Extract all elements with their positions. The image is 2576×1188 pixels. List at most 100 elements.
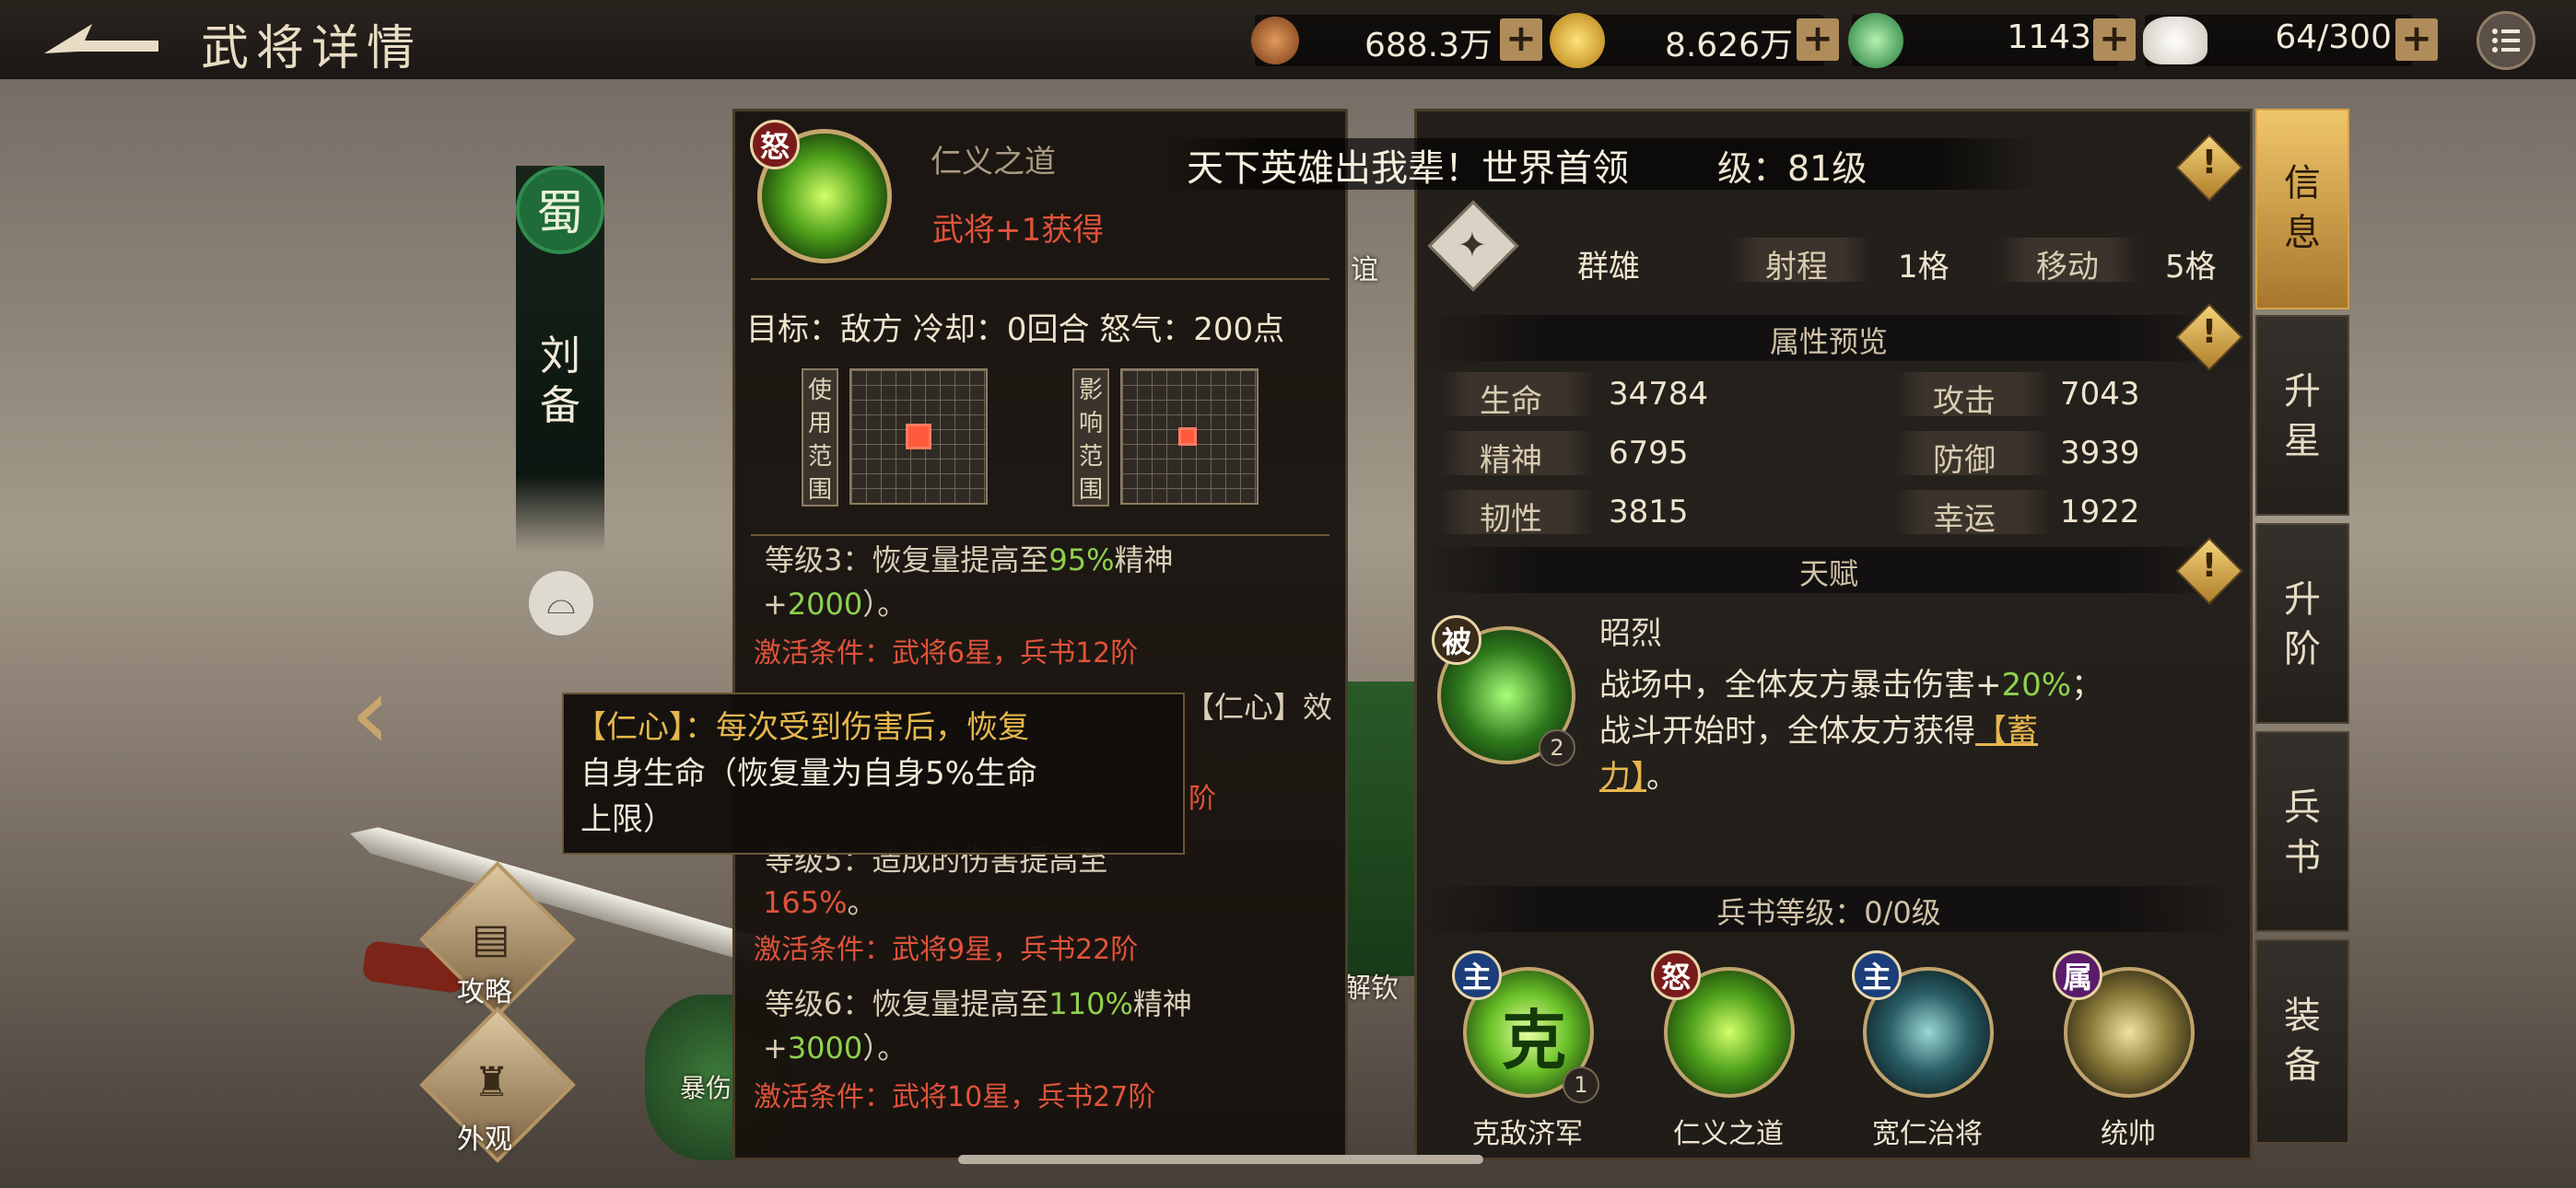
tab-star-label: 升星 <box>2284 370 2321 462</box>
attr-label-def: 防御 <box>1933 442 1996 479</box>
book-level: 兵书等级：0/0级 <box>1716 895 1941 930</box>
skill-kedi-label: 克敌济军 <box>1472 1118 1583 1150</box>
add-stamina-button[interactable]: + <box>2395 18 2438 61</box>
status-link[interactable]: 【蓄 <box>1975 713 2038 750</box>
copper-coins-icon <box>1251 17 1299 64</box>
exclamation-icon: ! <box>2201 144 2218 181</box>
add-gold-button[interactable]: + <box>1797 18 1839 61</box>
attr-value-spirit: 6795 <box>1609 435 1689 472</box>
level4-partial: 【仁心】效 <box>1185 690 1333 725</box>
tab-equip-label: 装备 <box>2284 995 2321 1087</box>
attr-label-hp: 生命 <box>1480 383 1542 420</box>
attr-value-atk: 7043 <box>2060 376 2140 413</box>
menu-button[interactable] <box>2476 11 2535 70</box>
faction-emblem: 蜀 <box>516 166 604 254</box>
skill-kuanren-label: 宽仁治将 <box>1872 1118 1983 1150</box>
range-value: 1格 <box>1898 249 1950 285</box>
passive-badge: 被 <box>1432 615 1481 665</box>
level4-partial-cond: 阶 <box>1188 783 1216 815</box>
talent-level: 2 <box>1539 729 1575 766</box>
jade-coin-icon <box>1848 13 1903 68</box>
range-cell <box>906 424 931 449</box>
active-badge: 主 <box>1452 950 1502 1000</box>
skill-name: 仁义之道 <box>931 144 1056 181</box>
level3-text-2: +2000）。 <box>763 587 907 622</box>
level6-text: 等级6：恢复量提高至110%精神 <box>765 986 1192 1021</box>
divider <box>751 278 1329 280</box>
level5-text-2: 165%。 <box>763 885 877 920</box>
skill-level: 1 <box>1563 1066 1599 1103</box>
exclamation-icon: ! <box>2201 313 2218 351</box>
back-button[interactable] <box>37 17 166 64</box>
tab-info-label: 信息 <box>2284 162 2321 254</box>
gold-value: 8.626万 <box>1664 27 1793 64</box>
level5-condition: 激活条件：武将9星，兵书22阶 <box>754 934 1139 966</box>
appearance-label: 外观 <box>457 1124 512 1156</box>
tooltip-line-3: 上限） <box>580 801 674 838</box>
bond-button[interactable]: ⌓ <box>529 571 593 635</box>
skill-renyi-label: 仁义之道 <box>1673 1118 1784 1150</box>
hero-level: 级：81级 <box>1717 148 1868 189</box>
chevron-left-icon: ‹ <box>350 654 391 772</box>
talent-desc-1: 战场中，全体友方暴击伤害+20%； <box>1599 667 2103 704</box>
status-link[interactable]: 力】 <box>1599 759 1646 796</box>
talent-section-title: 天赋 <box>1798 556 1858 591</box>
attr-label-luck: 幸运 <box>1933 501 1996 538</box>
attr-value-tough: 3815 <box>1609 494 1689 530</box>
guide-label: 攻略 <box>457 976 512 1008</box>
attr-value-def: 3939 <box>2060 435 2140 472</box>
attr-label-spirit: 精神 <box>1480 442 1542 479</box>
level6-condition: 激活条件：武将10星，兵书27阶 <box>754 1081 1156 1113</box>
stamina-value: 64/300 <box>2275 18 2392 56</box>
tooltip-line-2: 自身生命（恢复量为自身5%生命 <box>580 755 1037 792</box>
sash-icon: ⌓ <box>546 580 576 623</box>
range-label: 射程 <box>1765 249 1828 285</box>
announcement-text: 天下英雄出我辈！世界首领 <box>1187 147 1629 190</box>
bg-fragment: 谊 <box>1351 254 1378 286</box>
bg-fragment: 暴伤 <box>680 1073 732 1103</box>
camp-icon: ✦ <box>1458 225 1487 265</box>
copper-value: 688.3万 <box>1364 27 1493 64</box>
level6-text-2: +3000）。 <box>763 1031 907 1066</box>
level3-condition: 激活条件：武将6星，兵书12阶 <box>754 637 1139 670</box>
skill-kedi-glyph: 克 <box>1502 1003 1566 1078</box>
attr-value-luck: 1922 <box>2060 494 2140 530</box>
back-arrow-icon <box>44 24 158 53</box>
attr-badge: 属 <box>2053 950 2102 1000</box>
exclamation-icon: ! <box>2201 547 2218 585</box>
camp-label: 群雄 <box>1577 249 1640 285</box>
effect-cell <box>1178 427 1197 446</box>
prev-hero-button[interactable]: ‹ <box>350 654 391 772</box>
tab-book-label: 兵书 <box>2284 786 2321 879</box>
home-indicator <box>958 1155 1483 1164</box>
talent-desc-2: 战斗开始时，全体友方获得【蓄 <box>1599 713 2038 750</box>
page-title: 武将详情 <box>201 21 423 76</box>
rage-badge: 怒 <box>750 120 800 169</box>
add-copper-button[interactable]: + <box>1500 18 1542 61</box>
tooltip-line-1: 【仁心】：每次受到伤害后，恢复 <box>575 709 1029 746</box>
jade-value: 1143 <box>2007 18 2091 56</box>
attr-label-tough: 韧性 <box>1480 501 1542 538</box>
armor-icon: ♜ <box>474 1059 510 1106</box>
hero-name: 刘备 <box>540 332 580 429</box>
use-range-label: 使用范围 <box>802 368 838 507</box>
add-jade-button[interactable]: + <box>2093 18 2136 61</box>
attr-section-title: 属性预览 <box>1769 324 1888 359</box>
skill-unlock-info: 武将+1获得 <box>932 212 1105 249</box>
list-icon <box>2492 29 2520 52</box>
attr-value-hp: 34784 <box>1609 376 1709 413</box>
move-value: 5格 <box>2165 249 2217 285</box>
active-badge: 主 <box>1852 950 1902 1000</box>
level3-text: 等级3：恢复量提高至95%精神 <box>765 542 1174 577</box>
gold-coin-icon <box>1550 13 1605 68</box>
scroll-icon: ▤ <box>472 915 510 962</box>
move-label: 移动 <box>2036 249 2099 285</box>
effect-range-label: 影响范围 <box>1072 368 1109 507</box>
skill-target-line: 目标：敌方 冷却：0回合 怒气：200点 <box>746 311 1285 348</box>
stamina-bun-icon <box>2143 17 2207 64</box>
bg-fragment: 解钦 <box>1343 973 1399 1005</box>
attr-label-atk: 攻击 <box>1933 383 1996 420</box>
talent-name: 昭烈 <box>1599 615 1662 652</box>
tab-rank-label: 升阶 <box>2284 578 2321 670</box>
skill-tongshuai-label: 统帅 <box>2101 1118 2156 1150</box>
